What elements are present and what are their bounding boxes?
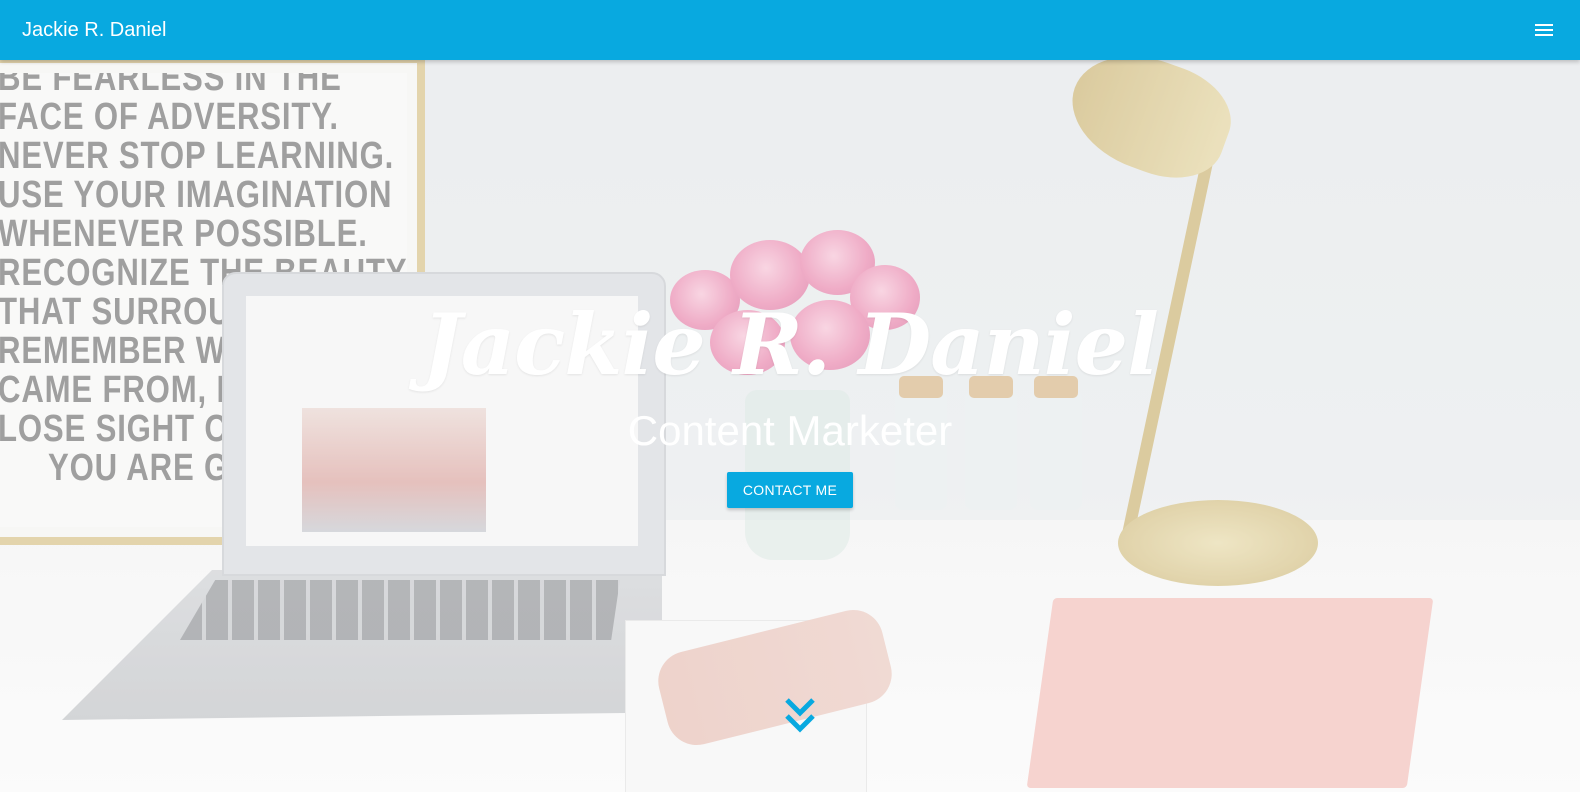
app-bar: Jackie R. Daniel bbox=[0, 0, 1580, 60]
contact-me-button[interactable]: CONTACT ME bbox=[726, 472, 854, 508]
brand-logo-link[interactable]: Jackie R. Daniel bbox=[22, 19, 167, 42]
double-chevron-down-svg bbox=[785, 698, 815, 733]
double-chevron-down-icon[interactable] bbox=[784, 696, 816, 736]
hamburger-menu-icon[interactable] bbox=[1532, 18, 1556, 42]
hero-subtitle: Content Marketer bbox=[627, 407, 953, 454]
hero-title: Jackie R. Daniel bbox=[421, 295, 1159, 394]
hero-content: Jackie R. Daniel Content Marketer CONTAC… bbox=[0, 290, 1580, 508]
